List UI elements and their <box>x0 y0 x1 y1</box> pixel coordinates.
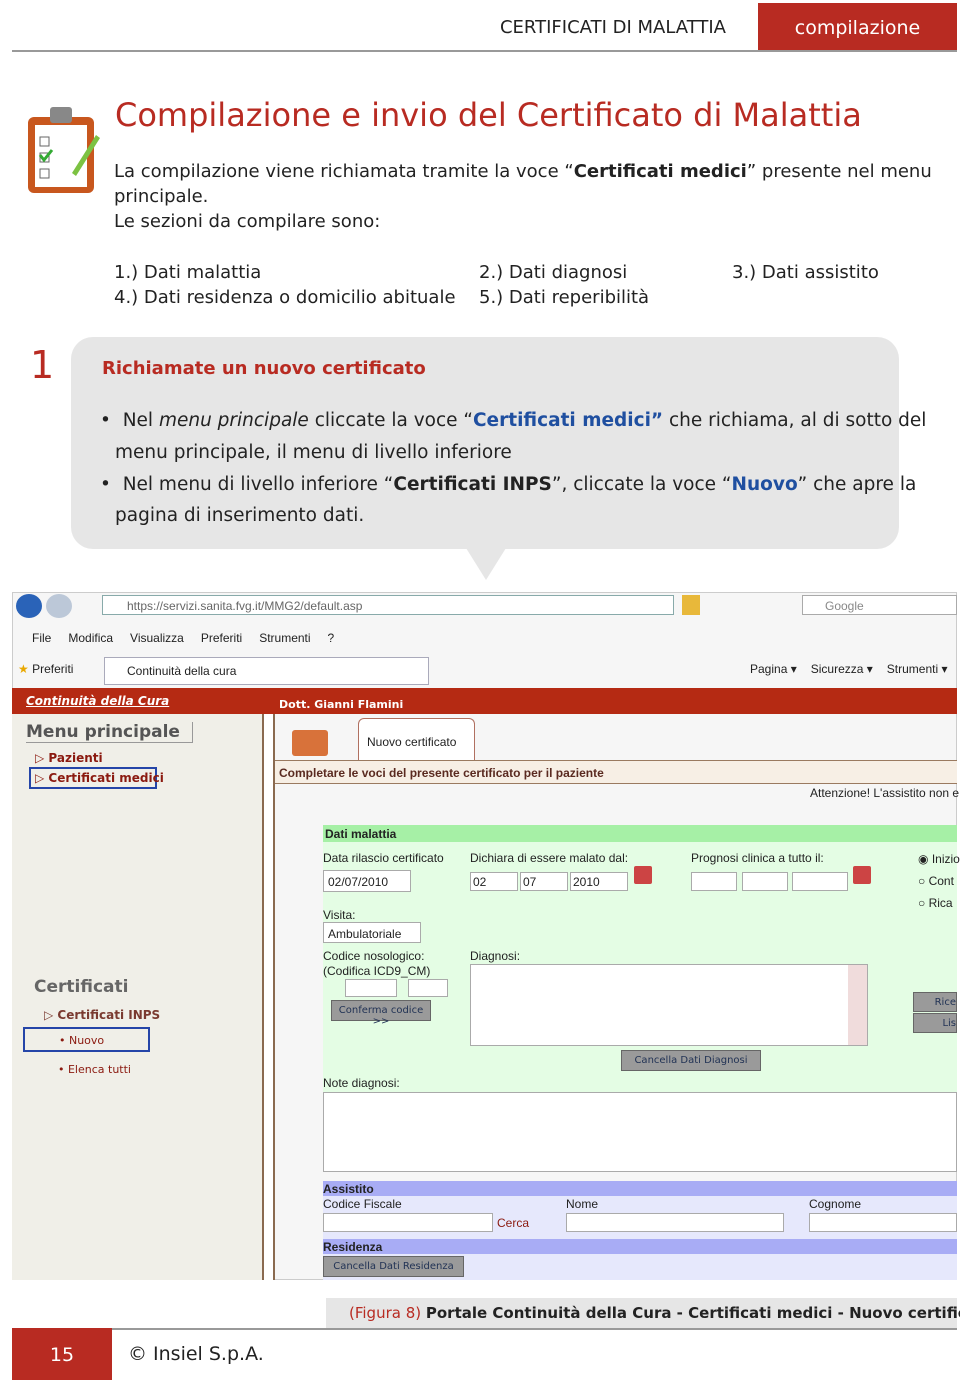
left-menu <box>12 714 262 1280</box>
section-item: 4.) Dati residenza o domicilio abituale <box>114 287 456 308</box>
menu-item-elenca-tutti[interactable]: • Elenca tutti <box>58 1063 131 1076</box>
menu-file[interactable]: File <box>32 631 51 645</box>
data-rilascio-select[interactable]: 02/07/2010 <box>323 870 411 892</box>
warning-text: Attenzione! L'assistito non e <box>810 786 960 800</box>
user-name: Dott. Gianni Flamini <box>279 698 404 711</box>
page-title: Compilazione e invio del Certificato di … <box>115 96 862 134</box>
menu-modifica[interactable]: Modifica <box>68 631 113 645</box>
search-box[interactable]: Google <box>802 595 957 615</box>
diagnosi-textarea[interactable] <box>470 964 868 1046</box>
instruction-bar: Completare le voci del presente certific… <box>275 760 957 784</box>
scrollbar[interactable] <box>848 965 867 1045</box>
menu-item-nuovo[interactable]: • Nuovo <box>23 1027 150 1052</box>
star-icon: ★ <box>18 662 29 676</box>
malato-month[interactable]: 07 <box>520 872 568 891</box>
codice-input-1[interactable] <box>345 979 397 997</box>
menu-strumenti[interactable]: Strumenti <box>259 631 310 645</box>
menu-visualizza[interactable]: Visualizza <box>130 631 184 645</box>
dati-malattia-header: Dati malattia <box>323 825 957 842</box>
browser-tab[interactable]: Continuità della cura <box>104 657 429 685</box>
tab-nuovo-certificato[interactable]: Nuovo certificato <box>358 718 475 760</box>
diagnosi-label: Diagnosi: <box>470 949 521 963</box>
command-bar: Pagina ▾ Sicurezza ▾ Strumenti ▾ <box>750 662 948 676</box>
prognosi-year[interactable] <box>792 872 848 891</box>
intro-text: La compilazione viene richiamata tramite… <box>114 161 932 182</box>
menu-item-pazienti[interactable]: ▷ Pazienti <box>35 751 103 765</box>
malato-day[interactable]: 02 <box>470 872 518 891</box>
lista-button[interactable]: Lis <box>913 1013 957 1033</box>
cancella-diagnosi-button[interactable]: Cancella Dati Diagnosi <box>621 1050 761 1071</box>
bullet-1-cont: menu principale, il menu di livello infe… <box>115 442 512 463</box>
menu-help[interactable]: ? <box>328 631 335 645</box>
radio-cont[interactable]: ○ Cont <box>918 870 960 892</box>
cf-input[interactable] <box>323 1213 493 1232</box>
prognosi-label: Prognosi clinica a tutto il: <box>691 851 824 865</box>
cert-title: Certificati <box>34 977 129 997</box>
clipboard-icon <box>28 107 100 193</box>
nome-label: Nome <box>566 1197 599 1211</box>
step-number: 1 <box>30 343 55 387</box>
menu-bar: File Modifica Visualizza Preferiti Strumenti… <box>32 631 334 645</box>
callout-pointer <box>466 548 506 580</box>
intro-text: principale. <box>114 186 209 207</box>
bullet-1: • Nel menu principale cliccate la voce “… <box>100 410 927 431</box>
address-bar[interactable]: https://servizi.sanita.fvg.it/MMG2/defau… <box>102 595 674 615</box>
ricerca-button[interactable]: Rice <box>913 992 957 1012</box>
intro-text: Le sezioni da compilare sono: <box>114 211 381 232</box>
cf-label: Codice Fiscale <box>323 1197 402 1211</box>
note-textarea[interactable] <box>323 1092 957 1172</box>
prognosi-day[interactable] <box>691 872 737 891</box>
splitter[interactable] <box>262 714 275 1280</box>
tools-menu[interactable]: Strumenti ▾ <box>887 662 948 676</box>
copyright: © Insiel S.p.A. <box>128 1343 264 1365</box>
back-button[interactable] <box>16 594 42 618</box>
menu-item-certificati-inps[interactable]: ▷ Certificati INPS <box>44 1008 160 1022</box>
folder-icon <box>292 730 328 756</box>
cognome-input[interactable] <box>809 1213 957 1232</box>
section-item: 2.) Dati diagnosi <box>479 262 628 283</box>
malato-label: Dichiara di essere malato dal: <box>470 851 629 865</box>
note-label: Note diagnosi: <box>323 1076 400 1090</box>
prognosi-month[interactable] <box>742 872 788 891</box>
visita-select[interactable]: Ambulatoriale <box>323 922 421 943</box>
radio-rica[interactable]: ○ Rica <box>918 892 960 914</box>
divider <box>12 50 957 52</box>
calendar-icon[interactable] <box>853 866 871 884</box>
page-number: 15 <box>12 1328 112 1380</box>
figure-caption: (Figura 8) Portale Continuità della Cura… <box>326 1298 960 1328</box>
section-item: 5.) Dati reperibilità <box>479 287 650 308</box>
visita-label: Visita: <box>323 908 356 922</box>
bullet-2: • Nel menu di livello inferiore “Certifi… <box>100 474 917 495</box>
section-title: CERTIFICATI DI MALATTIA <box>499 17 726 38</box>
forward-button[interactable] <box>46 594 72 618</box>
codice-input-2[interactable] <box>408 979 448 997</box>
data-rilascio-label: Data rilascio certificato <box>323 851 444 865</box>
menu-title: Menu principale <box>26 722 193 743</box>
menu-item-certificati-medici[interactable]: ▷ Certificati medici <box>29 767 164 789</box>
conferma-codice-button[interactable]: Conferma codice >> <box>331 1000 431 1027</box>
nome-input[interactable] <box>566 1213 784 1232</box>
step-title: Richiamate un nuovo certificato <box>102 358 426 379</box>
residenza-header: Residenza <box>323 1239 957 1254</box>
page-menu[interactable]: Pagina ▾ <box>750 662 797 676</box>
section-item: 1.) Dati malattia <box>114 262 262 283</box>
bullet-2-cont: pagina di inserimento dati. <box>115 505 365 526</box>
malato-year[interactable]: 2010 <box>570 872 628 891</box>
cancella-residenza-button[interactable]: Cancella Dati Residenza <box>323 1256 464 1277</box>
assistito-header: Assistito <box>323 1181 957 1196</box>
radio-inizio[interactable]: ◉ Inizio <box>918 848 960 870</box>
footer-divider <box>12 1328 957 1330</box>
security-menu[interactable]: Sicurezza ▾ <box>811 662 873 676</box>
codice-label: Codice nosologico: (Codifica ICD9_CM) <box>323 949 431 978</box>
lock-icon <box>682 595 700 615</box>
menu-preferiti[interactable]: Preferiti <box>201 631 242 645</box>
calendar-icon[interactable] <box>634 866 652 884</box>
cognome-label: Cognome <box>809 1197 862 1211</box>
cerca-link[interactable]: Cerca <box>497 1216 529 1230</box>
app-brand[interactable]: Continuità della Cura <box>26 694 169 708</box>
radio-group: ◉ Inizio ○ Cont ○ Rica <box>918 848 960 914</box>
section-item: 3.) Dati assistito <box>732 262 879 283</box>
favorites-button[interactable]: ★ Preferiti <box>18 662 73 676</box>
section-tab: compilazione <box>758 3 957 50</box>
